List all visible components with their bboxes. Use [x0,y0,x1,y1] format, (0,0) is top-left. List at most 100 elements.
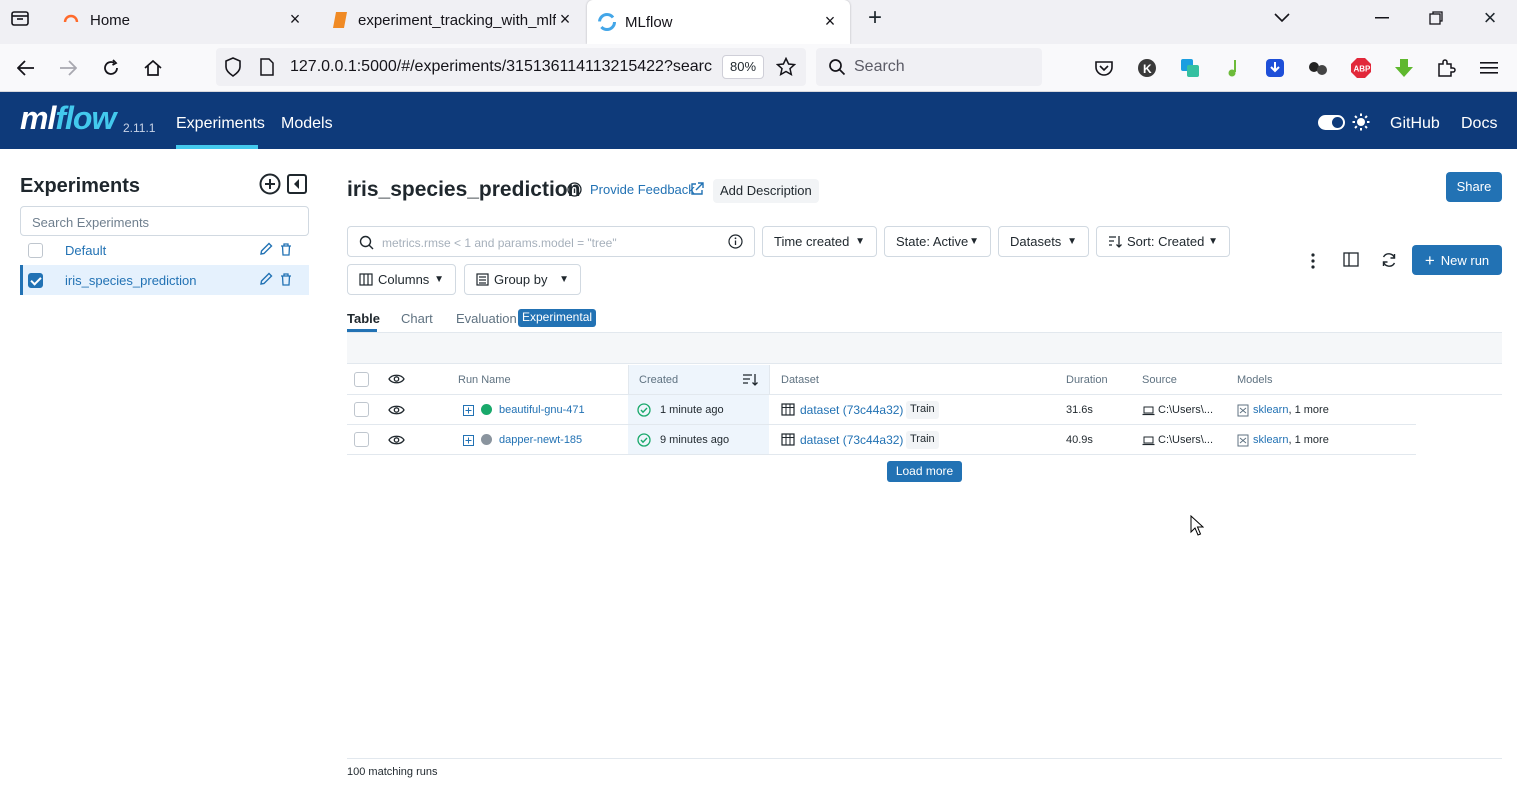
column-header-run-name[interactable]: Run Name [458,374,511,386]
restore-window-icon[interactable] [1420,2,1452,34]
glasses-extension-icon[interactable] [1306,56,1330,80]
forward-icon[interactable] [52,52,84,84]
tab-title: experiment_tracking_with_mlflc [358,11,556,29]
run-name-link[interactable]: beautiful-gnu-471 [499,404,585,416]
refresh-icon[interactable] [1381,252,1397,268]
browser-search-box[interactable]: Search [816,48,1042,86]
search-syntax-info-icon[interactable] [728,234,743,249]
list-tabs-chevron-icon[interactable] [1266,2,1298,34]
source-path[interactable]: C:\Users\... [1158,434,1213,446]
minimize-window-icon[interactable] [1366,2,1398,34]
back-icon[interactable] [10,52,42,84]
shield-icon[interactable] [224,57,242,77]
experiment-row-default[interactable]: Default [20,235,309,265]
row-checkbox[interactable] [354,432,369,447]
expand-row-icon[interactable] [463,435,474,446]
add-experiment-icon[interactable] [259,173,281,195]
toggle-side-panel-icon[interactable] [1343,252,1359,267]
experiment-checkbox[interactable] [28,272,43,288]
visibility-eye-icon[interactable] [388,404,405,416]
edit-pencil-icon[interactable] [259,242,273,256]
expand-row-icon[interactable] [463,405,474,416]
model-link[interactable]: sklearn [1253,404,1288,416]
tab-overview-icon[interactable] [4,2,36,34]
download-extension-icon[interactable] [1263,56,1287,80]
dataset-link[interactable]: dataset (73c44a32) [800,403,903,417]
dark-mode-toggle[interactable] [1318,115,1345,130]
info-icon[interactable] [567,182,582,197]
bookmark-star-icon[interactable] [776,57,796,77]
group-by-dropdown[interactable]: Group by ▼ [464,264,581,295]
tab-chart[interactable]: Chart [401,311,433,326]
experiment-name[interactable]: Default [65,243,106,258]
github-link[interactable]: GitHub [1390,115,1440,133]
run-name-link[interactable]: dapper-newt-185 [499,434,582,446]
columns-dropdown[interactable]: Columns ▼ [347,264,456,295]
docs-link[interactable]: Docs [1461,115,1497,133]
mlflow-logo[interactable]: mlflow [20,100,116,137]
close-tab-icon[interactable]: × [557,10,573,28]
search-runs-input[interactable]: metrics.rmse < 1 and params.model = "tre… [347,226,755,257]
column-header-dataset[interactable]: Dataset [781,374,819,386]
group-by-icon [476,273,489,286]
browser-tab-notebook[interactable]: experiment_tracking_with_mlflc × [318,0,584,40]
external-link-icon[interactable] [690,182,704,196]
new-tab-icon[interactable]: + [859,2,891,34]
music-extension-icon[interactable] [1221,56,1245,80]
visibility-eye-icon[interactable] [388,373,405,385]
sort-descending-icon[interactable] [742,373,758,386]
experiment-row-iris[interactable]: iris_species_prediction [20,265,309,295]
more-options-kebab-icon[interactable] [1305,252,1321,270]
sort-dropdown[interactable]: Sort: Created ▼ [1096,226,1230,257]
model-link[interactable]: sklearn [1253,434,1288,446]
close-tab-icon[interactable]: × [822,12,838,30]
url-text[interactable]: 127.0.0.1:5000/#/experiments/31513611411… [290,58,716,76]
search-experiments-input[interactable]: Search Experiments [20,206,309,236]
pocket-icon[interactable] [1092,56,1116,80]
column-header-source[interactable]: Source [1142,374,1177,386]
new-run-button[interactable]: + New run [1412,245,1502,275]
nav-experiments[interactable]: Experiments [176,115,265,133]
nav-models[interactable]: Models [281,115,333,133]
column-header-created[interactable]: Created [639,374,678,386]
column-header-models[interactable]: Models [1237,374,1272,386]
provide-feedback-link[interactable]: Provide Feedback [590,182,695,197]
home-icon[interactable] [137,52,169,84]
green-download-extension-icon[interactable] [1392,56,1416,80]
table-row[interactable]: beautiful-gnu-471 1 minute ago dataset (… [347,395,1416,425]
state-dropdown[interactable]: State: Active ▼ [884,226,991,257]
dropdown-label: State: Active [896,234,969,249]
collapse-sidebar-icon[interactable] [287,174,307,194]
browser-tab-home[interactable]: Home × [48,0,318,40]
experiment-name[interactable]: iris_species_prediction [65,273,197,288]
url-bar[interactable]: 127.0.0.1:5000/#/experiments/31513611411… [216,48,806,86]
table-row[interactable]: dapper-newt-185 9 minutes ago dataset (7… [347,425,1416,455]
delete-trash-icon[interactable] [280,243,292,256]
reload-icon[interactable] [95,52,127,84]
dataset-link[interactable]: dataset (73c44a32) [800,433,903,447]
datasets-dropdown[interactable]: Datasets ▼ [998,226,1089,257]
browser-tab-mlflow[interactable]: MLflow × [587,0,850,44]
adblock-plus-icon[interactable]: ABP [1349,56,1373,80]
close-window-icon[interactable]: × [1474,2,1506,34]
visibility-eye-icon[interactable] [388,434,405,446]
menu-hamburger-icon[interactable] [1477,56,1501,80]
delete-trash-icon[interactable] [280,273,292,286]
edit-pencil-icon[interactable] [259,272,273,286]
source-path[interactable]: C:\Users\... [1158,404,1213,416]
tab-table[interactable]: Table [347,311,380,326]
load-more-button[interactable]: Load more [887,461,962,482]
select-all-checkbox[interactable] [354,372,369,387]
extensions-puzzle-icon[interactable] [1434,56,1458,80]
column-header-duration[interactable]: Duration [1066,374,1108,386]
share-button[interactable]: Share [1446,172,1502,202]
k-extension-icon[interactable]: K [1135,56,1159,80]
time-created-dropdown[interactable]: Time created ▼ [762,226,877,257]
close-tab-icon[interactable]: × [287,10,303,28]
add-description-button[interactable]: Add Description [713,179,819,203]
experiment-checkbox[interactable] [28,242,43,258]
translate-extension-icon[interactable] [1178,56,1202,80]
row-checkbox[interactable] [354,402,369,417]
zoom-level-badge[interactable]: 80% [722,55,764,79]
tab-evaluation[interactable]: Evaluation [456,311,517,326]
